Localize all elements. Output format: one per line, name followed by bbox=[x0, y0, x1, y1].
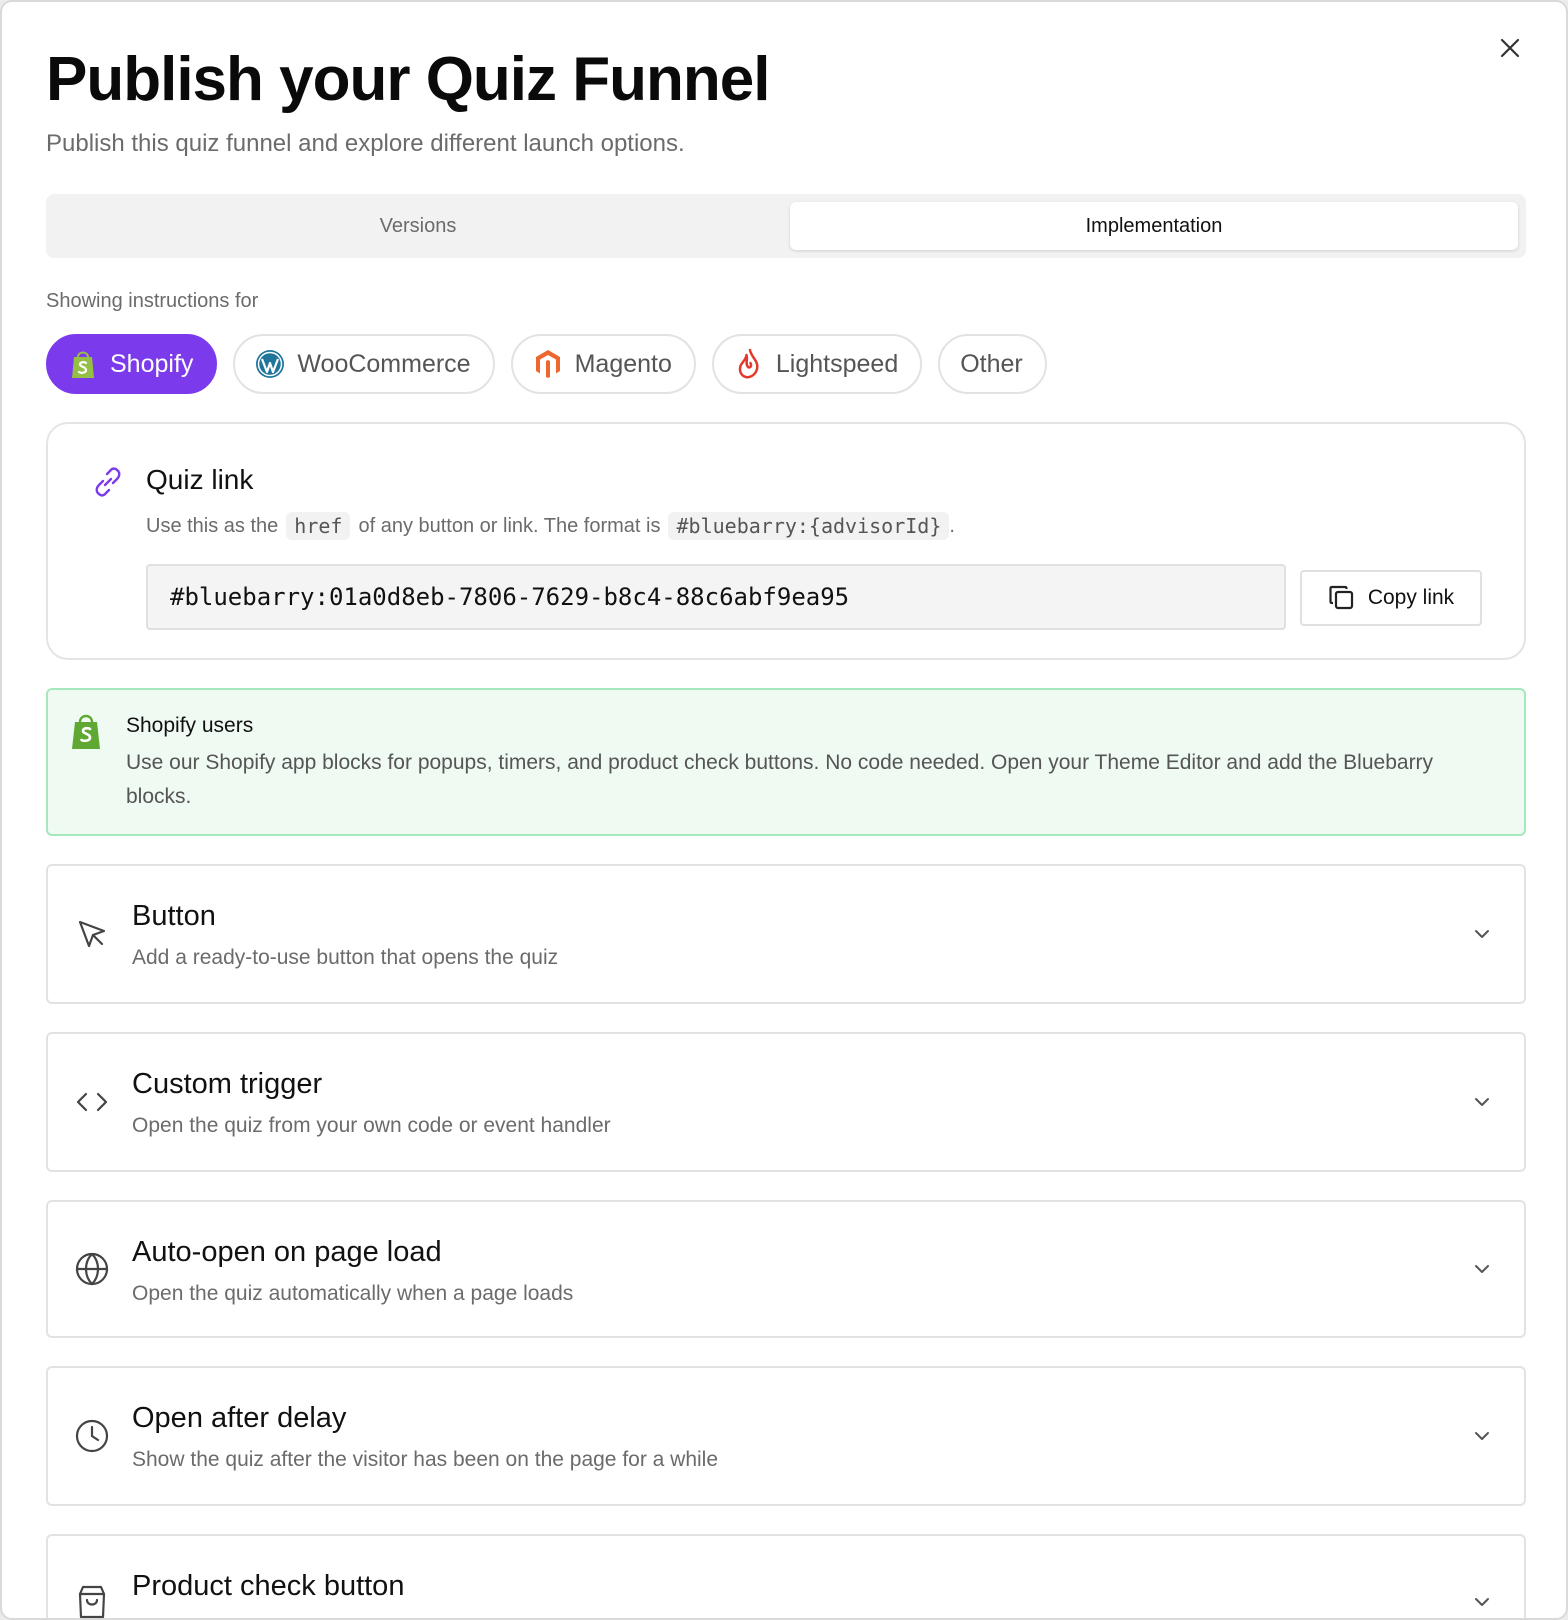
wordpress-icon bbox=[255, 349, 285, 379]
option-button[interactable]: Button Add a ready-to-use button that op… bbox=[46, 864, 1526, 1004]
platform-lightspeed[interactable]: Lightspeed bbox=[711, 334, 923, 394]
shopify-icon bbox=[68, 349, 98, 379]
option-title: Auto-open on page load bbox=[132, 1236, 442, 1268]
option-custom-trigger[interactable]: Custom trigger Open the quiz from your o… bbox=[46, 1032, 1526, 1172]
close-icon bbox=[1500, 38, 1520, 58]
platform-magento[interactable]: Magento bbox=[510, 334, 696, 394]
href-code: href bbox=[286, 512, 351, 540]
tab-bar: Versions Implementation bbox=[46, 194, 1526, 258]
notice-body: Use our Shopify app blocks for popups, t… bbox=[126, 751, 1434, 808]
copy-icon bbox=[1329, 585, 1353, 610]
option-auto-open[interactable]: Auto-open on page load Open the quiz aut… bbox=[46, 1200, 1526, 1338]
option-title: Custom trigger bbox=[132, 1068, 323, 1100]
option-open-after-delay[interactable]: Open after delay Show the quiz after the… bbox=[46, 1366, 1526, 1506]
instructions-label: Showing instructions for bbox=[46, 290, 259, 312]
close-button[interactable] bbox=[1494, 32, 1526, 64]
chevron-down-icon bbox=[1475, 1098, 1489, 1106]
code-icon bbox=[74, 1084, 110, 1120]
quiz-link-description: Use this as the href of any button or li… bbox=[146, 512, 955, 540]
option-title: Button bbox=[132, 900, 216, 932]
publish-modal: Publish your Quiz Funnel Publish this qu… bbox=[0, 0, 1568, 1620]
platform-shopify[interactable]: Shopify bbox=[46, 334, 218, 394]
notice-title: Shopify users bbox=[126, 714, 254, 737]
format-code: #bluebarry:{advisorId} bbox=[668, 512, 950, 540]
platform-label: Magento bbox=[574, 349, 672, 378]
option-description: Show the quiz after the visitor has been… bbox=[132, 1448, 719, 1471]
option-description: Open the quiz automatically when a page … bbox=[132, 1282, 574, 1305]
option-title: Product check button bbox=[132, 1570, 405, 1602]
magento-icon bbox=[533, 349, 563, 379]
globe-icon bbox=[74, 1251, 110, 1287]
quiz-link-title: Quiz link bbox=[146, 464, 254, 495]
page-subtitle: Publish this quiz funnel and explore dif… bbox=[46, 130, 685, 157]
copy-link-label: Copy link bbox=[1367, 586, 1455, 609]
tab-versions[interactable]: Versions bbox=[54, 202, 782, 250]
tab-implementation[interactable]: Implementation bbox=[790, 202, 1518, 250]
platform-label: Lightspeed bbox=[775, 349, 899, 378]
chevron-down-icon bbox=[1475, 930, 1489, 938]
platform-label: WooCommerce bbox=[297, 349, 471, 378]
desc-text: of any button or link. The format is bbox=[358, 514, 661, 537]
shopify-icon bbox=[70, 712, 102, 755]
lightspeed-icon bbox=[734, 349, 764, 379]
platform-selector: Shopify WooCommerce Magento Lightspeed O… bbox=[46, 334, 1047, 394]
cursor-icon bbox=[74, 916, 110, 952]
chevron-down-icon bbox=[1475, 1432, 1489, 1440]
chevron-down-icon bbox=[1475, 1598, 1489, 1606]
option-description: Add a ready-to-use button that opens the… bbox=[132, 946, 559, 969]
platform-woocommerce[interactable]: WooCommerce bbox=[233, 334, 495, 394]
page-title: Publish your Quiz Funnel bbox=[46, 45, 770, 114]
option-description: Open the quiz from your own code or even… bbox=[132, 1114, 611, 1137]
option-product-check-button[interactable]: Product check button bbox=[46, 1534, 1526, 1618]
platform-label: Other bbox=[960, 349, 1023, 378]
quiz-link-field[interactable]: #bluebarry:01a0d8eb-7806-7629-b8c4-88c6a… bbox=[146, 564, 1286, 630]
desc-text: Use this as the bbox=[146, 514, 279, 537]
chevron-down-icon bbox=[1475, 1265, 1489, 1273]
copy-link-button[interactable]: Copy link bbox=[1300, 570, 1482, 626]
shopify-users-notice: Shopify users Use our Shopify app blocks… bbox=[46, 688, 1526, 836]
clock-icon bbox=[74, 1418, 110, 1454]
shopping-bag-icon bbox=[74, 1584, 110, 1618]
option-title: Open after delay bbox=[132, 1402, 347, 1434]
quiz-link-card: Quiz link Use this as the href of any bu… bbox=[46, 422, 1526, 660]
platform-other[interactable]: Other bbox=[938, 334, 1047, 394]
desc-text: . bbox=[949, 514, 955, 537]
platform-label: Shopify bbox=[110, 349, 194, 378]
link-icon bbox=[90, 464, 126, 505]
